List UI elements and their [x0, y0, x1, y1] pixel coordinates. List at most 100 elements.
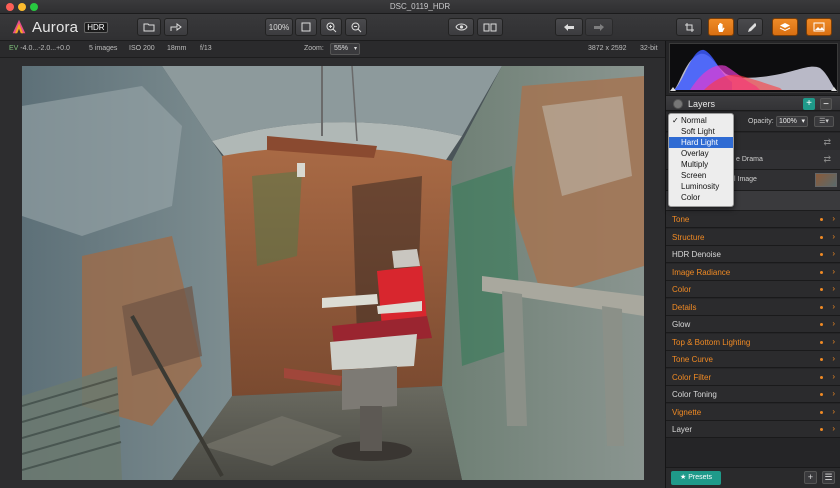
toggle-dot-icon[interactable]: [820, 270, 823, 274]
undo-button[interactable]: [555, 18, 583, 36]
compare-icon: [483, 23, 497, 31]
toggle-dot-icon[interactable]: [820, 375, 823, 379]
blend-mode-label: Overlay: [681, 149, 709, 158]
adjustment-item[interactable]: Image Radiance ›: [666, 263, 840, 281]
chevron-right-icon[interactable]: ›: [832, 267, 835, 276]
adjustment-item[interactable]: Tone Curve ›: [666, 351, 840, 368]
zoom-select[interactable]: 55% ▾: [330, 43, 360, 55]
layers-toggle-button[interactable]: [772, 18, 798, 36]
brush-icon: [747, 22, 756, 32]
main-toolbar: Aurora HDR 100%: [0, 14, 840, 41]
blend-mode-option[interactable]: Overlay: [669, 148, 733, 159]
focal-length: 18mm: [167, 45, 187, 52]
toggle-dot-icon[interactable]: [820, 358, 823, 361]
toggle-dot-icon[interactable]: [820, 288, 823, 291]
toggle-dot-icon[interactable]: [820, 323, 823, 326]
adjustment-item[interactable]: Structure ›: [666, 228, 840, 246]
blend-mode-label: Luminosity: [681, 182, 720, 191]
fit-icon: [301, 22, 311, 32]
adjustment-item[interactable]: Tone ›: [666, 211, 840, 228]
toggle-dot-icon[interactable]: [820, 253, 823, 256]
blend-mode-option[interactable]: Luminosity: [669, 181, 733, 192]
chevron-right-icon[interactable]: ›: [832, 407, 835, 416]
zoom-out-button[interactable]: [345, 18, 367, 36]
image-info-bar: EV -4.0...-2.0...+0.0 5 images ISO 200 1…: [0, 41, 665, 58]
toggle-dot-icon[interactable]: [820, 218, 823, 221]
toggle-dot-icon[interactable]: [820, 340, 823, 344]
remove-layer-button[interactable]: −: [820, 98, 832, 110]
menu-icon: ☰▾: [819, 118, 829, 125]
chevron-right-icon[interactable]: ›: [832, 354, 835, 363]
brush-tool-button[interactable]: [737, 18, 763, 36]
adjustment-item[interactable]: Color ›: [666, 281, 840, 298]
hand-tool-button[interactable]: [708, 18, 734, 36]
blend-mode-dropdown[interactable]: ✓ Normal Soft Light Hard Light Overlay Multip…: [668, 113, 734, 207]
chevron-right-icon[interactable]: ›: [832, 337, 835, 346]
preview-toggle-button[interactable]: [448, 18, 474, 36]
panel-menu-button[interactable]: ☰: [822, 471, 835, 484]
toggle-dot-icon[interactable]: [820, 393, 823, 396]
blend-mode-option[interactable]: Soft Light: [669, 126, 733, 137]
adjustment-item[interactable]: Color Toning ›: [666, 386, 840, 403]
toggle-dot-icon[interactable]: [820, 428, 823, 431]
adjustment-label: Color: [672, 285, 692, 294]
blend-mode-option[interactable]: Color: [669, 192, 733, 203]
adjustment-item[interactable]: Vignette ›: [666, 403, 840, 421]
crop-button[interactable]: [676, 18, 702, 36]
blend-mode-option[interactable]: Screen: [669, 170, 733, 181]
blend-mode-label: Soft Light: [681, 127, 715, 136]
layer-thumbnail[interactable]: [815, 173, 837, 187]
chevron-right-icon[interactable]: ›: [832, 389, 835, 398]
layer-name: l Image: [734, 176, 757, 183]
chevron-right-icon[interactable]: ›: [832, 424, 835, 433]
chevron-right-icon[interactable]: ›: [832, 249, 835, 258]
chevron-right-icon[interactable]: ›: [832, 372, 835, 381]
chevron-right-icon[interactable]: ›: [832, 319, 835, 328]
adjustment-item[interactable]: Layer ›: [666, 421, 840, 438]
zoom-100-button[interactable]: 100%: [265, 18, 293, 36]
app-badge: HDR: [84, 21, 108, 33]
opacity-value: 100%: [779, 118, 797, 125]
add-layer-button[interactable]: +: [803, 98, 815, 110]
app-name: Aurora: [32, 18, 79, 36]
blend-mode-option[interactable]: Hard Light: [669, 137, 733, 148]
chevron-right-icon[interactable]: ›: [832, 232, 835, 241]
chevron-right-icon[interactable]: ›: [832, 302, 835, 311]
image-canvas[interactable]: [0, 58, 665, 488]
adjustment-item[interactable]: Top & Bottom Lighting ›: [666, 333, 840, 351]
zoom-in-button[interactable]: [320, 18, 342, 36]
crop-icon: [684, 22, 694, 32]
adjustment-label: Color Filter: [672, 372, 712, 382]
toggle-dot-icon[interactable]: [820, 235, 823, 239]
ev-values: -4.0...-2.0...+0.0: [20, 45, 70, 52]
hdr-photo[interactable]: [22, 66, 644, 480]
opacity-select[interactable]: 100% ▾: [776, 116, 808, 127]
image-panel-button[interactable]: [806, 18, 832, 36]
redo-icon: [594, 23, 604, 31]
adjustment-item[interactable]: Color Filter ›: [666, 368, 840, 386]
redo-button[interactable]: [585, 18, 613, 36]
share-button[interactable]: [164, 18, 188, 36]
toggle-dot-icon[interactable]: [820, 410, 823, 414]
toggle-dot-icon[interactable]: [820, 305, 823, 309]
adjustment-item[interactable]: Details ›: [666, 298, 840, 316]
ev-info: EV -4.0...-2.0...+0.0: [9, 45, 70, 52]
presets-button[interactable]: ★ Presets: [671, 471, 721, 485]
checkmark-icon: ✓: [672, 116, 679, 125]
chevron-right-icon[interactable]: ›: [832, 284, 835, 293]
adjustment-label: Layer: [672, 425, 693, 434]
chevron-right-icon[interactable]: ›: [832, 214, 835, 223]
blend-mode-option[interactable]: Multiply: [669, 159, 733, 170]
blend-mode-option[interactable]: ✓ Normal: [669, 115, 733, 126]
layer-menu-button[interactable]: ☰▾: [814, 116, 834, 127]
layer-options-icon[interactable]: ⇄: [823, 154, 831, 165]
fit-button[interactable]: [295, 18, 317, 36]
blend-mode-label: Normal: [681, 116, 707, 125]
open-file-button[interactable]: [137, 18, 161, 36]
compare-button[interactable]: [477, 18, 503, 36]
adjustment-item[interactable]: Glow ›: [666, 316, 840, 333]
chevron-down-icon: ▾: [801, 118, 805, 125]
mask-options-icon[interactable]: ⇄: [823, 137, 831, 148]
add-adjustment-button[interactable]: +: [804, 471, 817, 484]
adjustment-item[interactable]: HDR Denoise ›: [666, 246, 840, 263]
